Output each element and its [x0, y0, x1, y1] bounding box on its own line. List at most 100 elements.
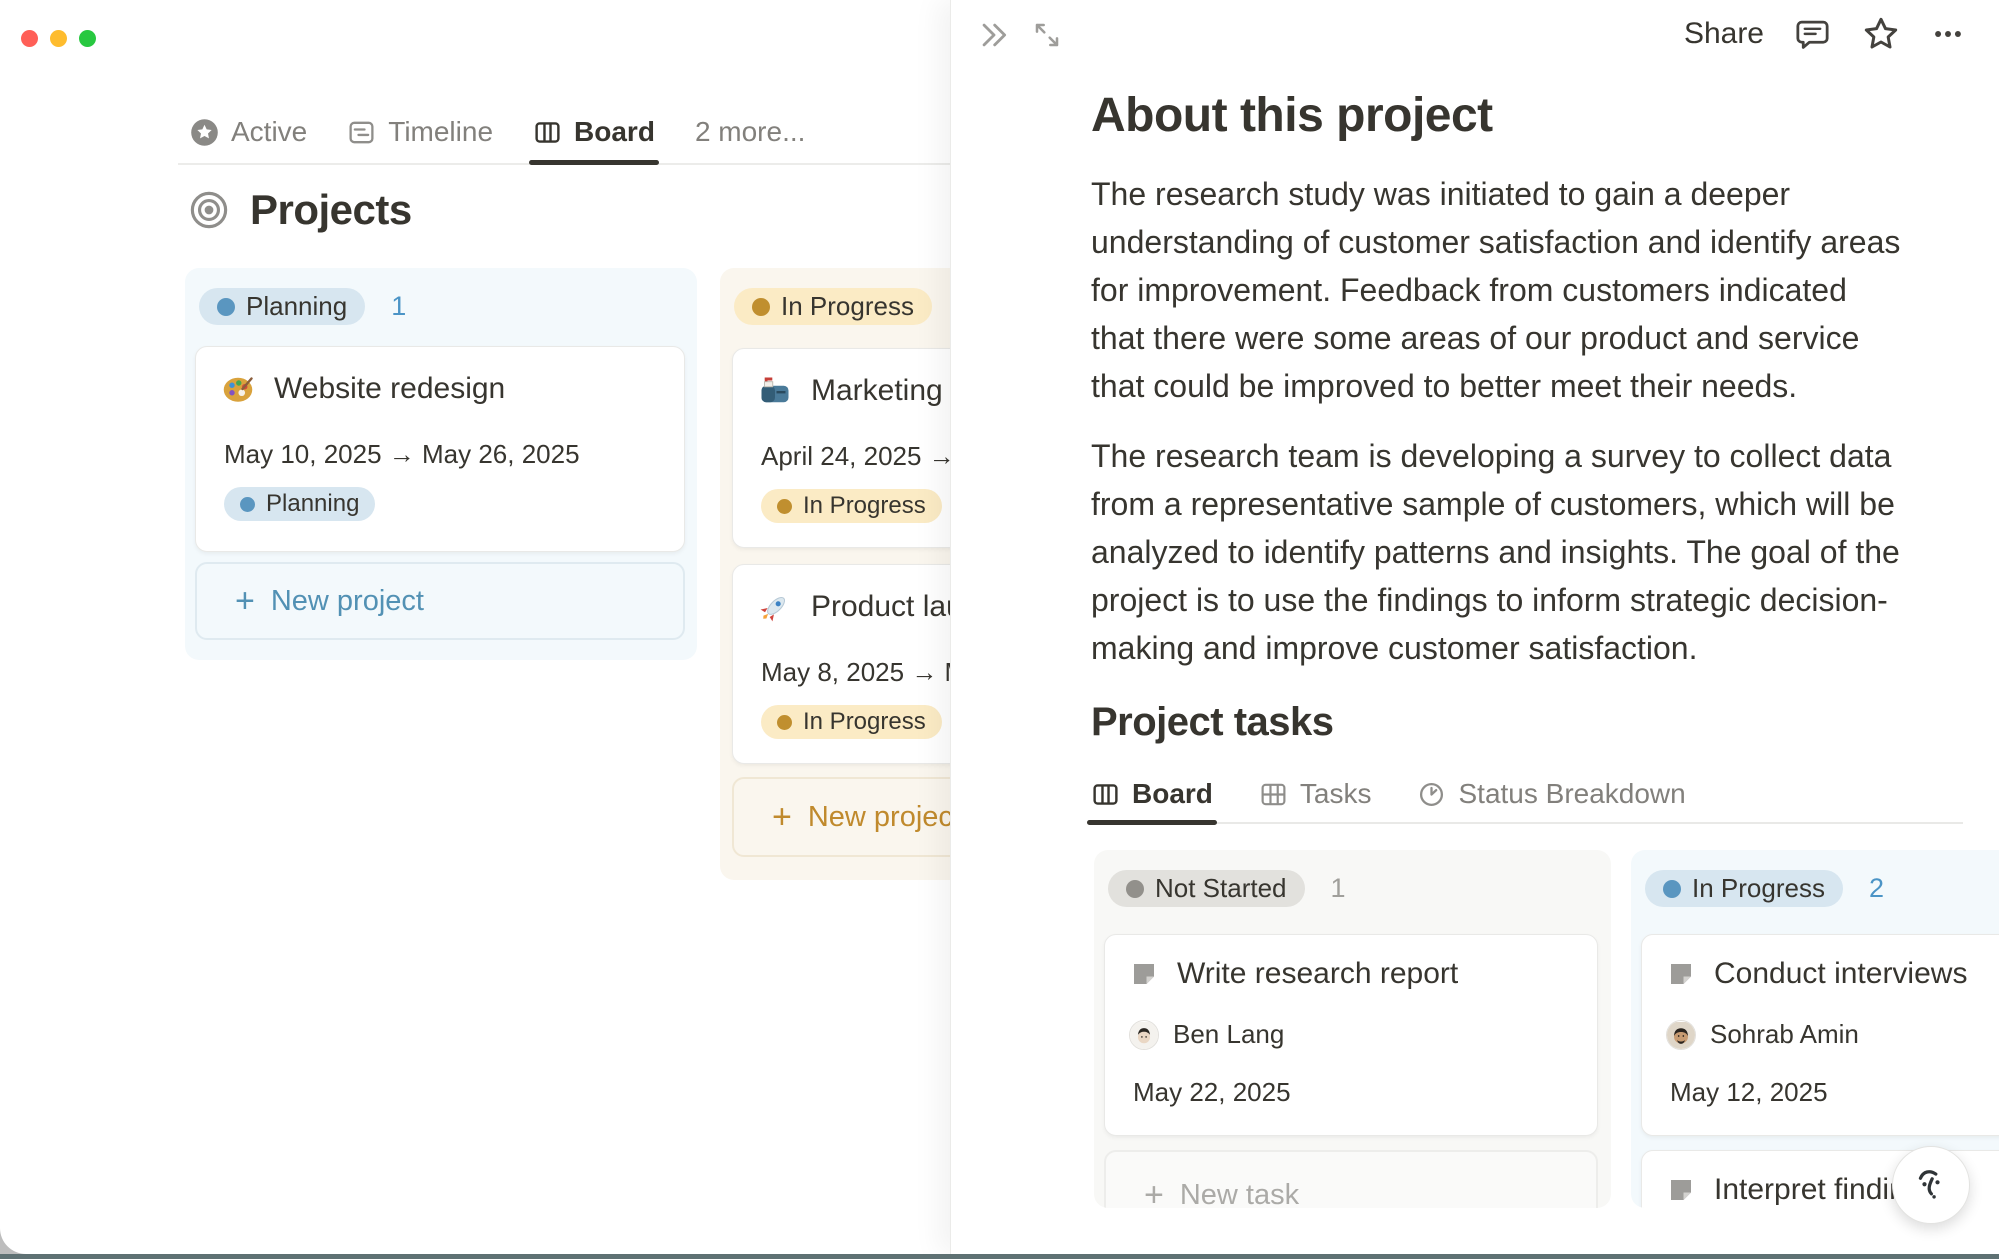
- column-count: 2: [1869, 873, 1884, 904]
- close-side-peek-icon[interactable]: [977, 18, 1011, 52]
- plus-icon: +: [235, 584, 255, 618]
- status-dot: [217, 298, 235, 316]
- star-badge-icon: [190, 118, 219, 147]
- close-window-button[interactable]: [21, 30, 38, 47]
- tab-label: 2 more...: [695, 116, 805, 148]
- more-options-icon[interactable]: [1931, 17, 1965, 51]
- mailbox-emoji-icon: [757, 373, 793, 409]
- screen-bottom-edge: [0, 1254, 1999, 1259]
- status-dot: [1126, 880, 1144, 898]
- side-peek-panel: Share About this project The research st…: [950, 0, 1999, 1254]
- expand-page-icon[interactable]: [1031, 19, 1063, 51]
- tab-board-view[interactable]: Board: [533, 102, 655, 162]
- panel-right-toolbar: Share: [1684, 14, 1965, 54]
- palette-emoji-icon: [220, 371, 256, 407]
- card-assignee: Sohrab Amin: [1666, 1019, 1859, 1050]
- task-view-tabs: Board Tasks Status Breakdown: [1091, 766, 1963, 824]
- status-breakdown-icon: [1417, 780, 1446, 809]
- card-status-tag: In Progress: [761, 489, 942, 523]
- card-status-tag: In Progress: [761, 705, 942, 739]
- column-header: In Progress: [734, 288, 932, 325]
- column-planning: Planning 1 Website redesign May 10, 2025…: [185, 268, 697, 660]
- tab-active-view[interactable]: Active: [190, 102, 307, 162]
- comments-icon[interactable]: [1794, 16, 1831, 53]
- card-date: May 22, 2025: [1133, 1077, 1291, 1108]
- status-dot: [1663, 880, 1681, 898]
- window-corner: [0, 1218, 36, 1254]
- task-column-not-started: Not Started 1 Write research report: [1094, 850, 1611, 1208]
- card-dates: May 10, 2025 → May 26, 2025: [224, 439, 580, 470]
- column-header: In Progress 2: [1645, 870, 1884, 907]
- status-pill-not-started[interactable]: Not Started: [1108, 870, 1305, 907]
- task-card-conduct-interviews[interactable]: Conduct interviews Sohrab Amin May 12, 2…: [1641, 934, 1999, 1136]
- status-pill-in-progress[interactable]: In Progress: [1645, 870, 1843, 907]
- notion-ai-button[interactable]: [1892, 1146, 1970, 1224]
- target-icon: [188, 189, 230, 231]
- card-title-row: Write research report: [1129, 957, 1458, 991]
- status-dot: [777, 715, 792, 730]
- task-board: Not Started 1 Write research report: [1091, 850, 1966, 1210]
- ai-face-icon: [1908, 1162, 1954, 1208]
- tab-timeline-view[interactable]: Timeline: [347, 102, 493, 162]
- board-icon: [1091, 780, 1120, 809]
- tab-status-breakdown[interactable]: Status Breakdown: [1417, 765, 1685, 823]
- card-date: May 12, 2025: [1670, 1077, 1828, 1108]
- avatar-ben-lang: [1129, 1020, 1159, 1050]
- database-title: Projects: [188, 186, 412, 234]
- page-title[interactable]: Projects: [250, 186, 412, 234]
- card-title-row: Marketing c: [757, 373, 966, 409]
- project-tasks-heading[interactable]: Project tasks: [1091, 698, 1966, 746]
- window-controls: [21, 30, 96, 47]
- column-header: Planning 1: [199, 288, 406, 325]
- zoom-window-button[interactable]: [79, 30, 96, 47]
- card-title: Conduct interviews: [1714, 957, 1967, 991]
- column-count: 1: [391, 291, 406, 322]
- status-pill-planning[interactable]: Planning: [199, 288, 365, 325]
- assignee-name: Sohrab Amin: [1710, 1019, 1859, 1050]
- favorite-star-icon[interactable]: [1861, 14, 1901, 54]
- page-icon: [1666, 1175, 1696, 1205]
- view-tabs: Active Timeline Board 2 more...: [190, 102, 805, 162]
- minimize-window-button[interactable]: [50, 30, 67, 47]
- new-project-button[interactable]: + New project: [195, 562, 685, 640]
- plus-icon: +: [1144, 1178, 1164, 1208]
- tab-more-views[interactable]: 2 more...: [695, 102, 805, 162]
- card-title-row: Product laun: [757, 589, 979, 625]
- card-assignee: Ben Lang: [1129, 1019, 1284, 1050]
- page-icon: [1129, 959, 1159, 989]
- tab-label: Board: [574, 116, 655, 148]
- card-status-tag: Planning: [224, 487, 375, 521]
- board-icon: [533, 118, 562, 147]
- column-header: Not Started 1: [1108, 870, 1346, 907]
- column-count: 1: [1331, 873, 1346, 904]
- avatar-sohrab-amin: [1666, 1020, 1696, 1050]
- card-title-row: Website redesign: [220, 371, 505, 407]
- rocket-emoji-icon: [757, 589, 793, 625]
- status-pill-in-progress[interactable]: In Progress: [734, 288, 932, 325]
- tab-task-table[interactable]: Tasks: [1259, 765, 1372, 823]
- card-title-row: Conduct interviews: [1666, 957, 1967, 991]
- timeline-icon: [347, 118, 376, 147]
- project-card-website-redesign[interactable]: Website redesign May 10, 2025 → May 26, …: [195, 346, 685, 552]
- tab-label: Timeline: [388, 116, 493, 148]
- tab-label: Active: [231, 116, 307, 148]
- card-title: Write research report: [1177, 957, 1458, 991]
- status-dot: [752, 298, 770, 316]
- new-task-button[interactable]: + New task: [1104, 1150, 1598, 1208]
- assignee-name: Ben Lang: [1173, 1019, 1284, 1050]
- about-heading[interactable]: About this project: [1091, 86, 1966, 146]
- page-icon: [1666, 959, 1696, 989]
- status-dot: [240, 497, 255, 512]
- tab-label: Board: [1132, 778, 1213, 810]
- about-paragraph-1[interactable]: The research study was initiated to gain…: [1091, 170, 1901, 410]
- tab-label: Tasks: [1300, 778, 1372, 810]
- page-content: About this project The research study wa…: [1091, 86, 1966, 1210]
- tab-task-board[interactable]: Board: [1091, 765, 1213, 823]
- about-paragraph-2[interactable]: The research team is developing a survey…: [1091, 432, 1901, 672]
- task-card-write-research-report[interactable]: Write research report Ben Lang May 22, 2…: [1104, 934, 1598, 1136]
- share-button[interactable]: Share: [1684, 17, 1764, 51]
- notion-window: Active Timeline Board 2 more... Projects: [0, 0, 1999, 1259]
- table-icon: [1259, 780, 1288, 809]
- card-title: Marketing c: [811, 374, 966, 408]
- tab-label: Status Breakdown: [1458, 778, 1685, 810]
